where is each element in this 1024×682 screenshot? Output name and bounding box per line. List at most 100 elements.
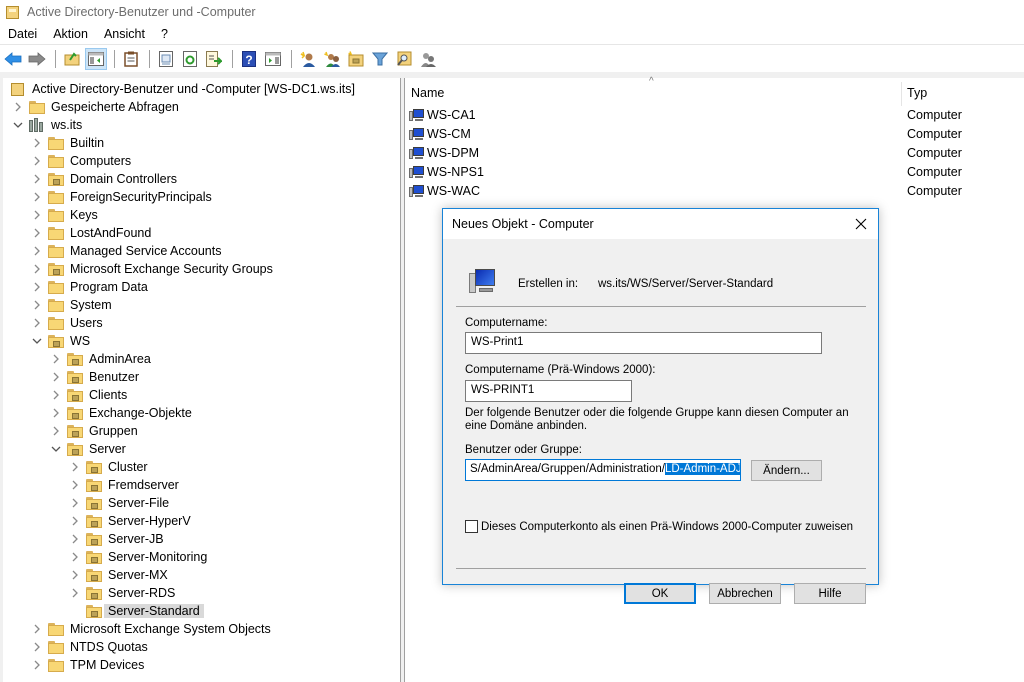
tree-item[interactable]: Gespeicherte Abfragen <box>11 98 179 116</box>
tree-item[interactable]: LostAndFound <box>30 224 151 242</box>
tree-item[interactable]: Server-MX <box>68 566 168 584</box>
tree-item[interactable]: Exchange-Objekte <box>49 404 192 422</box>
help-button[interactable]: Hilfe <box>794 583 866 604</box>
tree-root[interactable]: Active Directory-Benutzer und -Computer … <box>7 80 355 98</box>
chevron-right-icon[interactable] <box>30 152 44 170</box>
tree-item[interactable]: Server-JB <box>68 530 164 548</box>
chevron-right-icon[interactable] <box>30 656 44 674</box>
menu-datei[interactable]: Datei <box>0 27 45 41</box>
back-button[interactable] <box>2 48 24 70</box>
tree-item[interactable]: ForeignSecurityPrincipals <box>30 188 212 206</box>
chevron-right-icon[interactable] <box>30 314 44 332</box>
chevron-down-icon[interactable] <box>49 440 63 458</box>
chevron-down-icon[interactable] <box>30 332 44 350</box>
find-button[interactable] <box>393 48 415 70</box>
new-ou-button[interactable] <box>345 48 367 70</box>
tree-item[interactable]: Keys <box>30 206 98 224</box>
chevron-right-icon[interactable] <box>30 170 44 188</box>
tree-item[interactable]: Cluster <box>68 458 148 476</box>
chevron-right-icon[interactable] <box>30 638 44 656</box>
clipboard-button[interactable] <box>120 48 142 70</box>
filter-button[interactable] <box>369 48 391 70</box>
chevron-right-icon[interactable] <box>68 458 82 476</box>
chevron-right-icon[interactable] <box>30 134 44 152</box>
tree-item[interactable]: Server-Monitoring <box>68 548 207 566</box>
chevron-right-icon[interactable] <box>30 242 44 260</box>
tree-item[interactable]: TPM Devices <box>30 656 144 674</box>
list-item[interactable]: WS-WAC Computer <box>409 181 1019 200</box>
tree-item[interactable]: Server <box>49 440 126 458</box>
column-header-type[interactable]: Typ <box>907 86 927 100</box>
tree-item[interactable]: Program Data <box>30 278 148 296</box>
chevron-right-icon[interactable] <box>11 98 25 116</box>
chevron-right-icon[interactable] <box>68 512 82 530</box>
chevron-right-icon[interactable] <box>30 206 44 224</box>
refresh-button[interactable] <box>179 48 201 70</box>
pre2000-checkbox-row[interactable]: Dieses Computerkonto als einen Prä-Windo… <box>465 520 853 533</box>
tree-item[interactable]: Server-Standard <box>68 602 204 620</box>
list-item[interactable]: WS-DPM Computer <box>409 143 1019 162</box>
column-divider[interactable] <box>901 82 902 106</box>
pre2000-name-input[interactable]: WS-PRINT1 <box>465 380 632 402</box>
chevron-right-icon[interactable] <box>49 350 63 368</box>
column-header-name[interactable]: Name <box>411 86 444 100</box>
tree-item[interactable]: Gruppen <box>49 422 138 440</box>
chevron-right-icon[interactable] <box>30 278 44 296</box>
tree-item[interactable]: Domain Controllers <box>30 170 177 188</box>
chevron-right-icon[interactable] <box>68 584 82 602</box>
chevron-right-icon[interactable] <box>30 620 44 638</box>
chevron-right-icon[interactable] <box>49 422 63 440</box>
tree-item[interactable]: Fremdserver <box>68 476 179 494</box>
list-item[interactable]: WS-CA1 Computer <box>409 105 1019 124</box>
tree-item[interactable]: Builtin <box>30 134 104 152</box>
change-button[interactable]: Ändern... <box>751 460 822 481</box>
help-button[interactable]: ? <box>238 48 260 70</box>
cancel-button[interactable]: Abbrechen <box>709 583 781 604</box>
chevron-right-icon[interactable] <box>68 548 82 566</box>
add-to-group-button[interactable] <box>417 48 439 70</box>
tree-item[interactable]: Clients <box>49 386 127 404</box>
chevron-right-icon[interactable] <box>30 224 44 242</box>
tree-item[interactable]: NTDS Quotas <box>30 638 148 656</box>
tree-item[interactable]: Benutzer <box>49 368 139 386</box>
new-user-button[interactable] <box>297 48 319 70</box>
chevron-right-icon[interactable] <box>49 404 63 422</box>
new-group-button[interactable] <box>321 48 343 70</box>
tree-item[interactable]: System <box>30 296 112 314</box>
tree-item[interactable]: Computers <box>30 152 131 170</box>
close-button[interactable] <box>850 213 872 235</box>
chevron-right-icon[interactable] <box>30 296 44 314</box>
chevron-down-icon[interactable] <box>11 116 25 134</box>
tree-item[interactable]: Microsoft Exchange Security Groups <box>30 260 273 278</box>
show-action-pane-button[interactable] <box>262 48 284 70</box>
chevron-right-icon[interactable] <box>49 386 63 404</box>
chevron-right-icon[interactable] <box>68 494 82 512</box>
menu-help[interactable]: ? <box>153 27 176 41</box>
tree-item[interactable]: Managed Service Accounts <box>30 242 221 260</box>
tree-item[interactable]: ws.its <box>11 116 82 134</box>
user-group-input[interactable]: S/AdminArea/Gruppen/Administration/LD-Ad… <box>465 459 741 481</box>
tree-item[interactable]: Server-File <box>68 494 169 512</box>
show-hide-tree-button[interactable] <box>85 47 107 70</box>
chevron-right-icon[interactable] <box>68 476 82 494</box>
list-item[interactable]: WS-NPS1 Computer <box>409 162 1019 181</box>
chevron-right-icon[interactable] <box>30 260 44 278</box>
ok-button[interactable]: OK <box>624 583 696 604</box>
tree-item[interactable]: Users <box>30 314 103 332</box>
tree-item[interactable]: Server-HyperV <box>68 512 191 530</box>
export-list-button[interactable] <box>203 48 225 70</box>
tree-item[interactable]: Microsoft Exchange System Objects <box>30 620 271 638</box>
chevron-right-icon[interactable] <box>49 368 63 386</box>
computername-input[interactable]: WS-Print1 <box>465 332 822 354</box>
properties-button[interactable] <box>155 48 177 70</box>
pre2000-checkbox[interactable] <box>465 520 478 533</box>
menu-aktion[interactable]: Aktion <box>45 27 96 41</box>
tree-item[interactable]: Server-RDS <box>68 584 175 602</box>
up-button[interactable] <box>61 48 83 70</box>
tree-item[interactable]: AdminArea <box>49 350 151 368</box>
chevron-right-icon[interactable] <box>68 530 82 548</box>
tree-item[interactable]: WS <box>30 332 90 350</box>
menu-ansicht[interactable]: Ansicht <box>96 27 153 41</box>
chevron-right-icon[interactable] <box>30 188 44 206</box>
list-item[interactable]: WS-CM Computer <box>409 124 1019 143</box>
